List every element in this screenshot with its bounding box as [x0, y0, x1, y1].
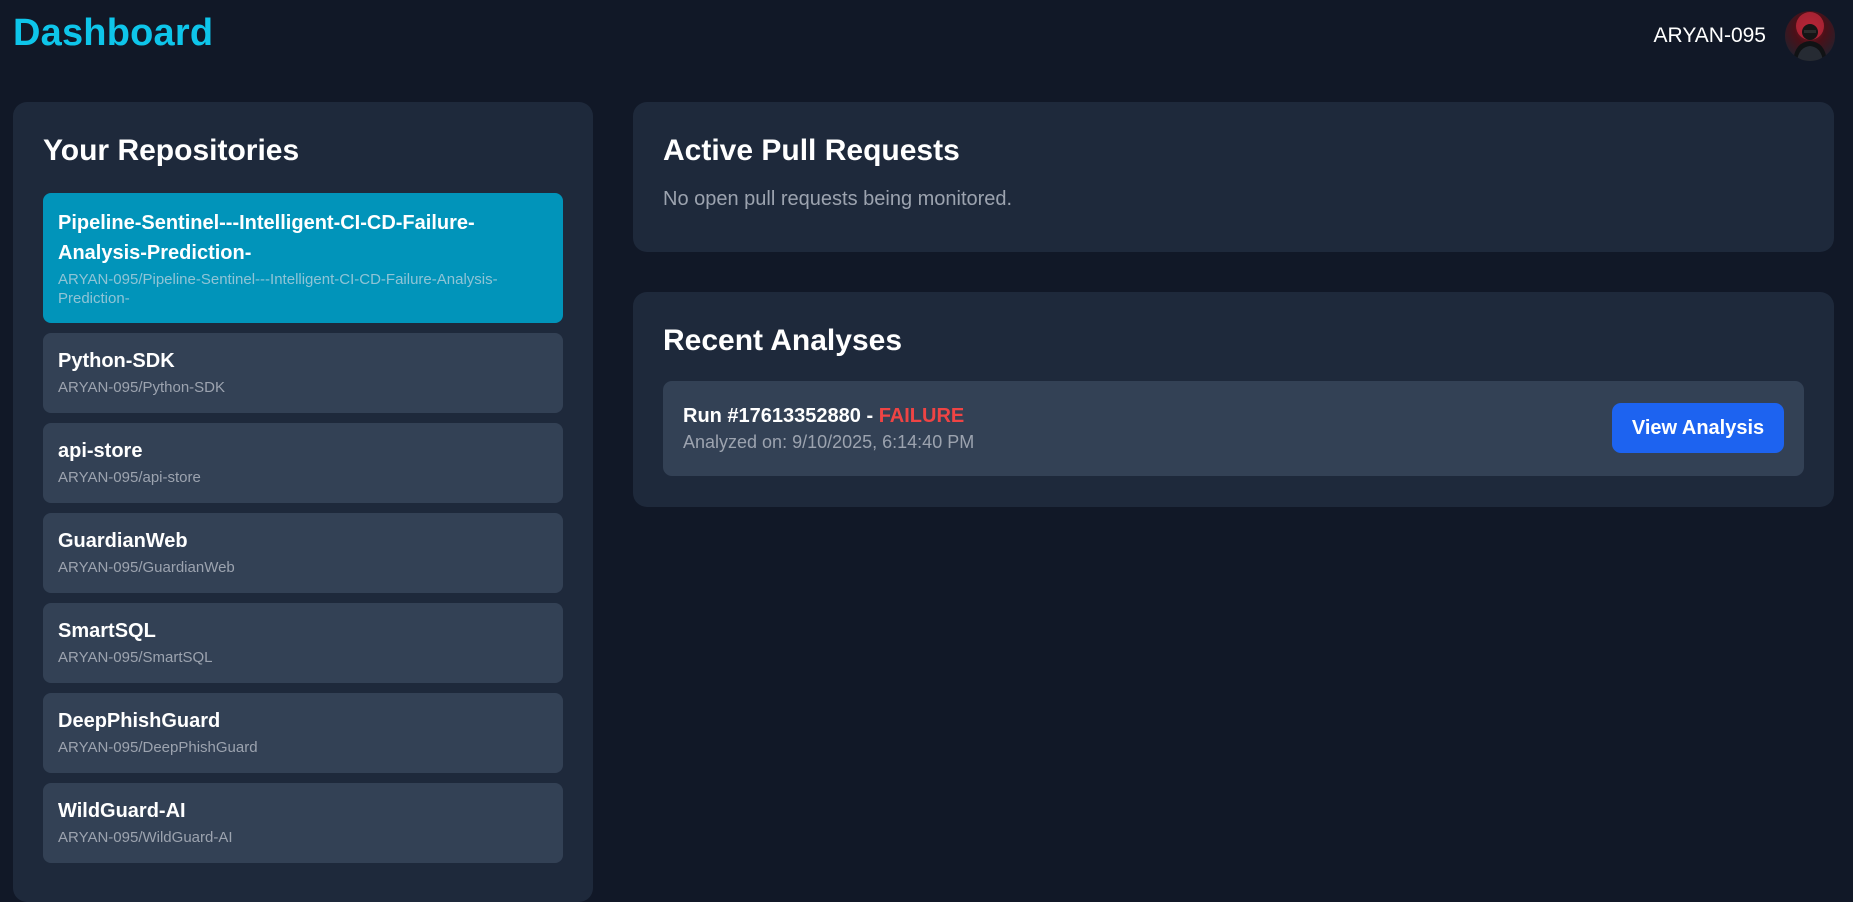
run-label: Run #17613352880 - FAILURE [683, 404, 974, 428]
user-menu[interactable]: ARYAN-095 [1654, 11, 1835, 61]
repo-full-name: ARYAN-095/api-store [58, 469, 201, 486]
repo-full-name: ARYAN-095/GuardianWeb [58, 559, 235, 576]
analyzed-timestamp: Analyzed on: 9/10/2025, 6:14:40 PM [683, 432, 975, 452]
recent-analyses-panel: Recent Analyses Run #17613352880 - FAILU… [633, 292, 1834, 507]
pull-requests-panel: Active Pull Requests No open pull reques… [633, 102, 1834, 252]
pull-requests-empty-message: No open pull requests being monitored. [663, 188, 1013, 210]
repo-name: WildGuard-AI [58, 800, 186, 822]
repo-name: SmartSQL [58, 620, 156, 642]
repo-item-deepphishguard[interactable]: DeepPhishGuard ARYAN-095/DeepPhishGuard [43, 693, 563, 773]
username: ARYAN-095 [1653, 24, 1766, 47]
repo-item-wildguard-ai[interactable]: WildGuard-AI ARYAN-095/WildGuard-AI [43, 783, 563, 863]
view-analysis-button[interactable]: View Analysis [1612, 403, 1784, 453]
repositories-panel: Your Repositories Pipeline-Sentinel---In… [13, 102, 593, 902]
repo-item-api-store[interactable]: api-store ARYAN-095/api-store [43, 423, 563, 503]
analysis-row: Run #17613352880 - FAILURE Analyzed on: … [663, 381, 1804, 476]
header: Dashboard ARYAN-095 [0, 0, 1853, 74]
repo-item-python-sdk[interactable]: Python-SDK ARYAN-095/Python-SDK [43, 333, 563, 413]
repo-name: Python-SDK [58, 350, 175, 372]
repo-name: api-store [58, 440, 143, 462]
user-avatar-icon [1785, 11, 1835, 61]
page-title: Dashboard [13, 12, 214, 54]
repo-name: GuardianWeb [58, 530, 188, 552]
analysis-info: Run #17613352880 - FAILURE Analyzed on: … [683, 404, 974, 454]
repo-full-name: ARYAN-095/SmartSQL [58, 649, 213, 666]
avatar[interactable] [1785, 11, 1835, 61]
repository-list: Pipeline-Sentinel---Intelligent-CI-CD-Fa… [43, 193, 563, 863]
status-badge: FAILURE [878, 405, 965, 427]
repo-full-name: ARYAN-095/WildGuard-AI [58, 829, 233, 846]
repositories-title: Your Repositories [43, 134, 300, 167]
repo-name: DeepPhishGuard [58, 710, 221, 732]
repo-item-smartsql[interactable]: SmartSQL ARYAN-095/SmartSQL [43, 603, 563, 683]
repo-full-name: ARYAN-095/Python-SDK [58, 379, 226, 396]
repo-full-name: ARYAN-095/Pipeline-Sentinel---Intelligen… [58, 271, 498, 307]
repo-item-pipeline-sentinel[interactable]: Pipeline-Sentinel---Intelligent-CI-CD-Fa… [43, 193, 563, 323]
recent-analyses-title: Recent Analyses [663, 324, 903, 357]
repo-item-guardianweb[interactable]: GuardianWeb ARYAN-095/GuardianWeb [43, 513, 563, 593]
run-id: Run #17613352880 - [683, 405, 879, 427]
repo-name: Pipeline-Sentinel---Intelligent-CI-CD-Fa… [58, 212, 475, 264]
pull-requests-title: Active Pull Requests [663, 134, 960, 167]
repo-full-name: ARYAN-095/DeepPhishGuard [58, 739, 258, 756]
